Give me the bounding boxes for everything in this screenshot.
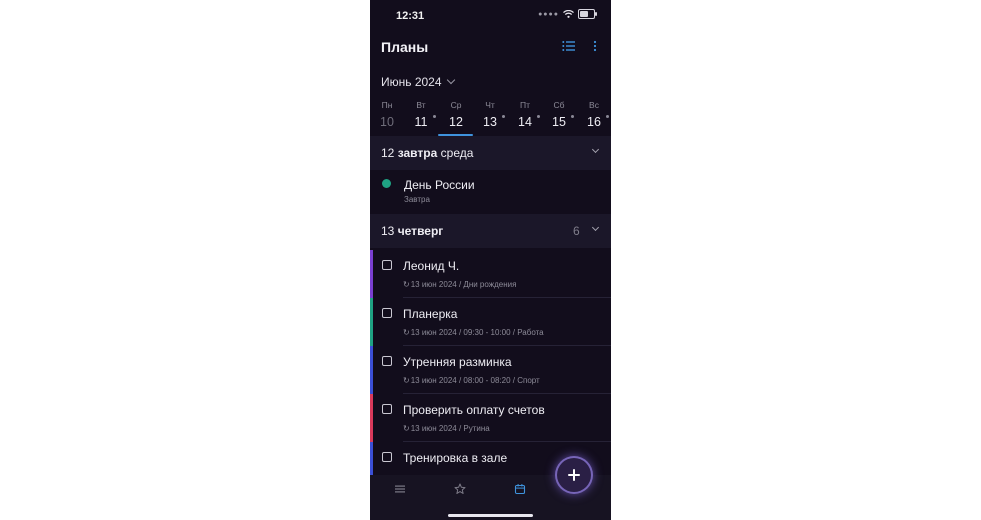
task-meta: 13 июн 2024 / 08:00 - 08:20 / Спорт [410,376,540,385]
star-icon[interactable] [454,483,466,495]
day-name: Вт [416,100,426,110]
task-checkbox[interactable] [382,356,392,366]
section-day: 13 [381,224,395,238]
task-item[interactable]: Утренняя разминка ↻13 июн 2024 / 08:00 -… [370,346,611,394]
day-name: Сб [553,100,565,110]
section-label: завтра [397,146,438,160]
day-name: Ср [450,100,462,110]
cellular-signal-icon: ●●●● [538,10,559,18]
task-item[interactable]: Проверить оплату счетов ↻13 июн 2024 / Р… [370,394,611,442]
status-time: 12:31 [396,10,425,22]
section-count: 6 [573,224,580,238]
list-view-icon[interactable] [562,40,575,52]
task-subtitle: ↻13 июн 2024 / Дни рождения [403,280,516,289]
day-saturday[interactable]: Сб 15 [542,100,576,129]
task-item[interactable]: Планерка ↻13 июн 2024 / 09:30 - 10:00 / … [370,298,611,346]
month-selector[interactable]: Июнь 2024 [381,75,455,89]
plus-icon [568,469,580,481]
menu-icon[interactable] [394,483,406,495]
section-label: четверг [397,224,444,238]
event-dot [433,115,436,118]
event-dot [606,115,609,118]
chevron-down-icon [591,145,600,154]
task-checkbox[interactable] [382,452,392,462]
task-meta: 13 июн 2024 / 09:30 - 10:00 / Работа [410,328,544,337]
calendar-icon[interactable] [514,483,526,495]
day-name: Вс [589,100,599,110]
category-bar [370,394,373,442]
section-header-13[interactable]: 13 четверг 6 [370,214,611,248]
section-weekday: среда [440,146,474,160]
task-title: Тренировка в зале [403,451,508,465]
task-checkbox[interactable] [382,260,392,270]
day-name: Пн [381,100,393,110]
chevron-down-icon [591,223,600,232]
task-title: Леонид Ч. [403,259,460,273]
repeat-icon: ↻ [403,376,410,385]
day-name: Пт [519,100,530,110]
page-title: Планы [381,39,429,55]
day-number: 10 [380,115,394,129]
month-label: Июнь 2024 [381,75,442,89]
more-vertical-icon[interactable] [592,40,598,52]
category-bar [370,298,373,346]
section-title: 13 четверг [381,224,443,238]
category-bar [370,250,373,298]
task-title: Планерка [403,307,458,321]
repeat-icon: ↻ [403,280,410,289]
task-subtitle: ↻13 июн 2024 / 09:30 - 10:00 / Работа [403,328,544,337]
battery-charging-icon [578,9,597,19]
section-day: 12 [381,146,395,160]
category-bar [370,346,373,394]
day-monday[interactable]: Пн 10 [370,100,404,129]
task-meta: 13 июн 2024 / Дни рождения [410,280,517,289]
task-subtitle: ↻13 июн 2024 / 08:00 - 08:20 / Спорт [403,376,540,385]
day-sunday[interactable]: Вс 16 [577,100,611,129]
status-bar: 12:31 ●●●● [370,0,611,32]
day-name: Чт [485,100,495,110]
day-tuesday[interactable]: Вт 11 [404,100,438,129]
repeat-icon: ↻ [403,424,410,433]
holiday-title[interactable]: День России [404,178,475,192]
day-number: 12 [449,115,463,129]
holiday-dot [382,179,391,188]
event-dot [502,115,505,118]
event-dot [571,115,574,118]
day-friday[interactable]: Пт 14 [508,100,542,129]
section-header-12[interactable]: 12 завтра среда [370,136,611,170]
repeat-icon: ↻ [403,328,410,337]
section-title: 12 завтра среда [381,146,473,160]
holiday-subtitle: Завтра [404,195,430,204]
week-strip: Пн 10 Вт 11 Ср 12 Чт 13 Пт 14 Сб 15 Вс 1… [370,100,611,140]
add-task-button[interactable] [557,458,591,492]
day-wednesday[interactable]: Ср 12 [439,100,473,129]
task-title: Проверить оплату счетов [403,403,545,417]
task-title: Утренняя разминка [403,355,512,369]
task-checkbox[interactable] [382,308,392,318]
day-thursday[interactable]: Чт 13 [473,100,507,129]
home-indicator [448,514,533,517]
task-checkbox[interactable] [382,404,392,414]
chevron-down-icon [446,75,455,85]
task-meta: 13 июн 2024 / Рутина [410,424,490,433]
phone-screen: 12:31 ●●●● Планы Июнь 2024 Пн 10 Вт 11 С… [370,0,611,520]
event-dot [537,115,540,118]
task-subtitle: ↻13 июн 2024 / Рутина [403,424,490,433]
status-icons: ●●●● [538,9,597,19]
wifi-icon [563,10,574,18]
task-item[interactable]: Леонид Ч. ↻13 июн 2024 / Дни рождения [370,250,611,298]
